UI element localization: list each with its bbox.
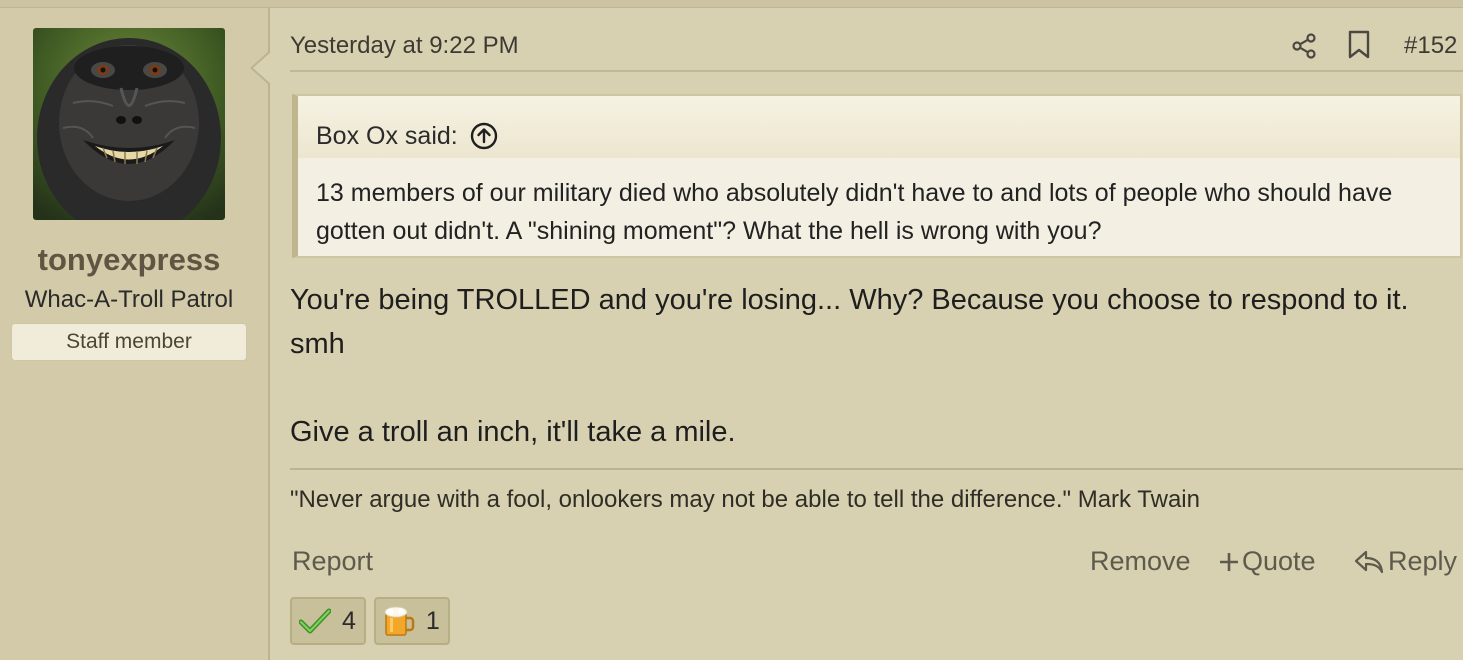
plus-icon [1220, 552, 1238, 571]
beer-mug-icon [382, 604, 416, 638]
quote-header[interactable]: Box Ox said: [298, 96, 1460, 158]
message-header: Yesterday at 9:22 PM #152 [290, 8, 1463, 72]
quote-button[interactable]: Quote [1218, 546, 1316, 577]
signature: "Never argue with a fool, onlookers may … [290, 468, 1463, 528]
message-actions: Report Remove Quote Reply [290, 546, 1463, 586]
message-body: You're being TROLLED and you're losing..… [290, 278, 1463, 454]
user-sidebar: tonyexpress Whac-A-Troll Patrol Staff me… [0, 8, 270, 660]
reaction-beer[interactable]: 1 [373, 597, 450, 645]
share-icon[interactable] [1290, 32, 1318, 60]
reaction-checkmark[interactable]: 4 [290, 597, 366, 645]
reactions-bar: 4 1 [290, 597, 450, 645]
bookmark-icon[interactable] [1347, 30, 1371, 60]
avatar[interactable] [33, 28, 225, 220]
user-title: Whac-A-Troll Patrol [24, 286, 234, 313]
reaction-count: 4 [342, 606, 356, 635]
post-number[interactable]: #152 [1404, 32, 1457, 60]
message-paragraph: You're being TROLLED and you're losing..… [290, 284, 1409, 360]
quote-attribution: Box Ox said: [316, 121, 458, 150]
top-border [0, 0, 1463, 8]
remove-link[interactable]: Remove [1090, 546, 1191, 577]
message-paragraph: Give a troll an inch, it'll take a mile. [290, 416, 736, 448]
message-main: Yesterday at 9:22 PM #152 Box Ox said: 1… [290, 8, 1463, 660]
quote-block: Box Ox said: 13 members of our military … [292, 94, 1462, 258]
report-link[interactable]: Report [292, 546, 373, 577]
signature-text: "Never argue with a fool, onlookers may … [290, 486, 1200, 513]
post-date[interactable]: Yesterday at 9:22 PM [290, 32, 519, 60]
reply-label: Reply [1388, 546, 1458, 576]
reply-arrow-icon [1354, 550, 1384, 573]
username[interactable]: tonyexpress [0, 242, 258, 278]
reaction-count: 1 [425, 606, 440, 635]
quote-label: Quote [1242, 546, 1316, 576]
staff-badge: Staff member [11, 323, 247, 361]
message-pointer-inner [253, 52, 271, 84]
go-to-original-icon[interactable] [470, 122, 498, 150]
quote-body: 13 members of our military died who abso… [316, 179, 1393, 245]
reply-button[interactable]: Reply [1354, 546, 1457, 577]
checkmark-icon [298, 604, 332, 638]
